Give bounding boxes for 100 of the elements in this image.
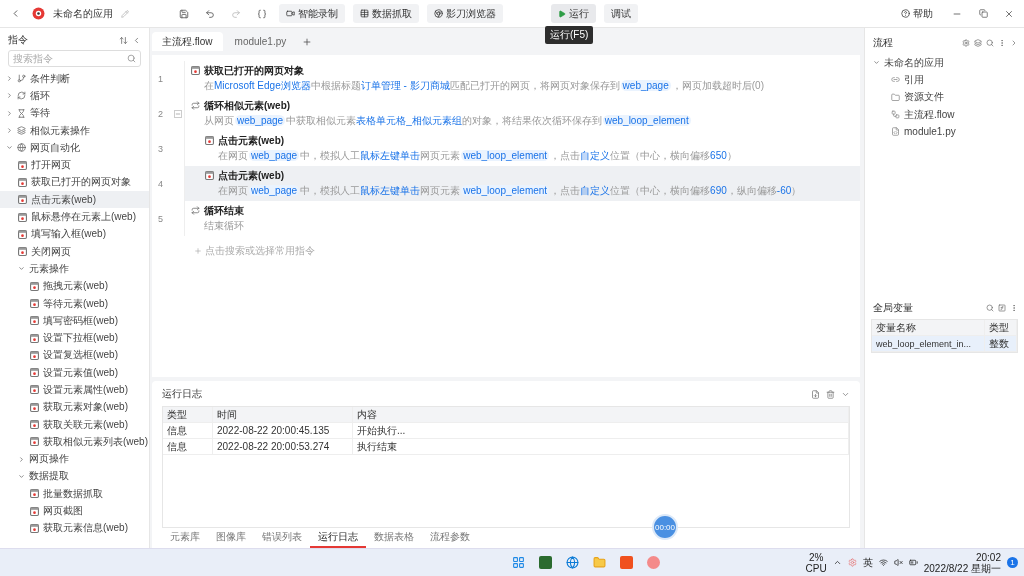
panel-title: 指令 <box>8 33 29 47</box>
command-item[interactable]: 设置下拉框(web) <box>0 329 149 347</box>
app-icon[interactable] <box>619 556 633 569</box>
app-icon[interactable] <box>538 556 552 569</box>
command-item[interactable]: 填写密码框(web) <box>0 312 149 330</box>
command-item[interactable]: 获取相似元素列表(web) <box>0 433 149 451</box>
command-item[interactable]: 网页截图 <box>0 502 149 520</box>
tooltip: 运行(F5) <box>545 26 594 44</box>
tray-expand-icon[interactable] <box>832 558 842 567</box>
function-icon <box>998 304 1006 312</box>
collapse-button[interactable] <box>174 109 182 118</box>
play-icon <box>558 9 566 18</box>
tree-item[interactable]: 资源文件 <box>865 88 1024 106</box>
search-icon <box>127 54 136 63</box>
command-item[interactable]: 填写输入框(web) <box>0 225 149 243</box>
command-item[interactable]: 网页自动化 <box>0 139 149 157</box>
line-number: 5 <box>158 213 163 224</box>
command-item[interactable]: 等待元素(web) <box>0 294 149 313</box>
panel-title: 全局变量 <box>873 301 914 315</box>
caret-icon <box>6 92 13 100</box>
command-item[interactable]: 循环 <box>0 87 149 105</box>
input-method[interactable]: 英 <box>862 555 873 570</box>
command-item[interactable]: 设置元素属性(web) <box>0 381 149 399</box>
tree-item[interactable]: 主流程.flow <box>865 105 1024 124</box>
more-icon <box>1010 304 1018 312</box>
command-item[interactable]: 等待 <box>0 104 149 122</box>
browser-window-icon <box>30 437 39 447</box>
bottom-tab[interactable]: 元素库 <box>162 528 208 548</box>
help-icon <box>901 9 910 18</box>
cpu-label: CPU <box>805 562 827 574</box>
caret-icon <box>18 265 25 273</box>
toolbar-button[interactable]: 数据抓取 <box>353 4 419 23</box>
command-item[interactable]: 数据提取 <box>0 467 149 486</box>
folder-icon <box>891 92 900 102</box>
tree-item[interactable]: 引用 <box>865 71 1024 89</box>
variable-row[interactable]: web_loop_element_in... 整数 <box>872 336 1017 352</box>
line-number: 4 <box>158 178 163 189</box>
command-item[interactable]: 点击元素(web) <box>0 191 149 209</box>
tree-item[interactable]: 未命名的应用 <box>865 54 1024 72</box>
loop-icon <box>191 206 200 215</box>
command-item[interactable]: 获取关联元素(web) <box>0 415 149 434</box>
debug-button[interactable]: 调试 <box>604 4 638 23</box>
flow-step[interactable]: 5 循环结束 结束循环 <box>152 201 860 236</box>
flow-step[interactable]: 1 获取已打开的网页对象 在Microsoft Edge浏览器中根据标题订单管理 - 影刀商城匹配已打开的网页，将网页对象保存到 web_page ，网页加载超时后(0) <box>152 61 860 96</box>
command-item[interactable]: 获取已打开的网页对象 <box>0 173 149 192</box>
column-header: 时间 <box>213 407 353 422</box>
browser-window-icon <box>191 66 200 75</box>
bottom-tab[interactable]: 图像库 <box>208 528 254 548</box>
hourglass-icon <box>17 108 26 118</box>
start-icon[interactable] <box>511 556 525 569</box>
command-item[interactable]: 条件判断 <box>0 70 149 88</box>
search-field[interactable]: 搜索指令 <box>8 50 141 67</box>
tray-app-icon[interactable] <box>847 558 857 567</box>
command-item[interactable]: 批量数据抓取 <box>0 485 149 503</box>
run-button[interactable]: 运行 <box>551 4 596 23</box>
command-item[interactable]: 设置复选框(web) <box>0 346 149 365</box>
editor-tab[interactable]: 主流程.flow <box>152 32 223 51</box>
layers-icon <box>974 39 982 47</box>
workflow-icon <box>891 110 900 120</box>
toolbar-button[interactable]: 智能录制 <box>279 4 345 23</box>
table-cell: 2022-08-22 20:00:53.274 <box>213 439 353 454</box>
cpu-value: 2% <box>808 551 824 563</box>
command-item[interactable]: 获取元素对象(web) <box>0 398 149 416</box>
bottom-tab[interactable]: 错误列表 <box>254 528 310 548</box>
command-item[interactable]: 打开网页 <box>0 156 149 174</box>
browser-icon <box>434 9 443 18</box>
column-header: 类型 <box>163 407 213 422</box>
notification-badge[interactable]: 1 <box>1007 557 1018 568</box>
command-item[interactable]: 元素操作 <box>0 260 149 278</box>
toolbar-button[interactable]: 影刀浏览器 <box>427 4 503 23</box>
browser-window-icon <box>30 420 39 430</box>
flow-step[interactable]: 2 循环相似元素(web) 从网页 web_page 中获取相似元素表格单元格_相似元素组的对象，将结果依次循环保存到 web_loop_element <box>152 96 860 131</box>
bottom-tab[interactable]: 数据表格 <box>366 528 422 548</box>
file-code-icon <box>891 127 900 137</box>
tree-item[interactable]: module1.py <box>865 123 1024 141</box>
flow-step[interactable]: 4 点击元素(web) 在网页 web_page 中，模拟人工鼠标左键单击网页元素 web_loop_element ，点击自定义位置（中心，横向偏移690，纵向偏移-60） <box>152 166 860 201</box>
caret-icon <box>6 127 13 135</box>
step-description: 结束循环 <box>204 219 244 233</box>
command-item[interactable]: 鼠标悬停在元素上(web) <box>0 208 149 226</box>
search-icon <box>986 304 994 312</box>
help-button[interactable]: 帮助 <box>894 4 940 23</box>
command-item[interactable]: 拖拽元素(web) <box>0 277 149 295</box>
table-cell: 开始执行... <box>353 423 849 438</box>
browser-window-icon <box>30 350 39 360</box>
command-item[interactable]: 设置元素值(web) <box>0 364 149 382</box>
table-cell: 执行结束 <box>353 439 849 454</box>
battery-icon <box>908 558 918 567</box>
command-item[interactable]: 网页操作 <box>0 450 149 468</box>
command-item[interactable]: 相似元素操作 <box>0 121 149 140</box>
browser-icon[interactable] <box>565 556 579 569</box>
panel-title: 流程 <box>873 36 894 50</box>
editor-tab[interactable]: module1.py <box>224 32 297 51</box>
command-item[interactable]: 关闭网页 <box>0 242 149 261</box>
browser-window-icon <box>30 316 39 326</box>
sort-icon <box>119 35 128 45</box>
collapse-icon <box>132 35 141 45</box>
folder-icon[interactable] <box>592 556 606 569</box>
command-item[interactable]: 获取元素信息(web) <box>0 519 149 537</box>
bottom-tab[interactable]: 流程参数 <box>422 528 478 548</box>
browser-window-icon <box>30 299 39 308</box>
